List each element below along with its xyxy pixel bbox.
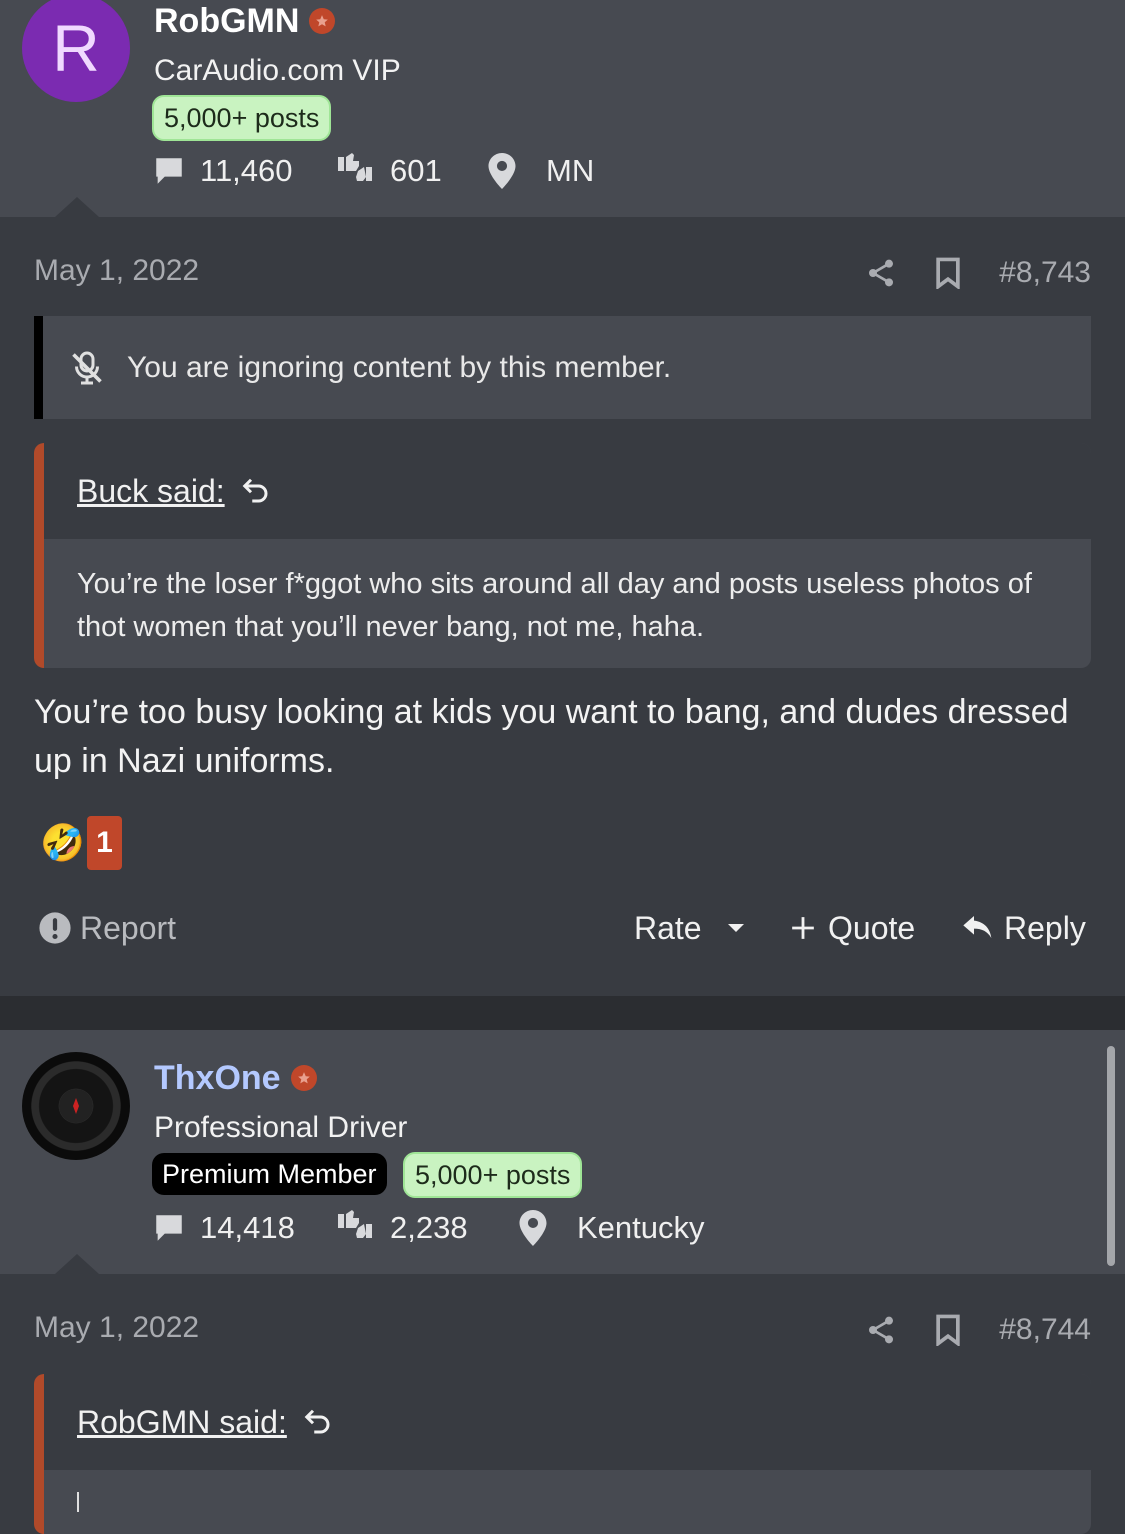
rate-dropdown-button[interactable]: Rate	[634, 906, 746, 950]
messages-stat: 14,418	[152, 1207, 295, 1249]
post-date[interactable]: May 1, 2022	[34, 254, 199, 288]
post-meta-actions: #8,744	[865, 1311, 1091, 1349]
premium-member-badge: Premium Member	[152, 1153, 387, 1195]
map-pin-icon	[519, 1210, 547, 1246]
subwoofer-avatar-icon	[59, 1089, 93, 1123]
reply-label: Reply	[1004, 909, 1086, 946]
username-link[interactable]: RobGMN	[154, 0, 336, 42]
username-text: ThxOne	[154, 1058, 281, 1097]
reply-arrow-icon	[963, 916, 992, 938]
post-2-user-header: ThxOne Professional Driver Premium Membe…	[0, 1030, 1125, 1274]
quote-author-link[interactable]: RobGMN said:	[77, 1404, 287, 1441]
quote-author-link[interactable]: Buck said:	[77, 473, 225, 510]
user-title: CarAudio.com VIP	[154, 54, 401, 87]
quote-header: RobGMN said:	[44, 1374, 1091, 1470]
quote-button[interactable]: Quote	[790, 906, 915, 950]
thumbs-icon	[338, 153, 372, 181]
reaction-score: 2,238	[390, 1210, 468, 1245]
post-meta-actions: #8,743	[865, 254, 1091, 292]
post-date[interactable]: May 1, 2022	[34, 1311, 199, 1345]
reaction-count[interactable]: 1	[87, 816, 122, 870]
location-text: Kentucky	[577, 1210, 705, 1245]
share-icon[interactable]	[865, 256, 897, 290]
map-pin-icon	[488, 153, 516, 189]
reaction-emoji-icon[interactable]: 🤣	[40, 822, 85, 864]
header-notch	[55, 1254, 99, 1274]
quote-text: You’re the loser f*ggot who sits around …	[77, 568, 1032, 643]
location-stat: Kentucky	[519, 1207, 705, 1249]
quote-header: Buck said:	[44, 443, 1091, 539]
report-label: Report	[80, 909, 177, 946]
text-cursor	[77, 1492, 79, 1512]
location-stat: MN	[488, 150, 594, 192]
reaction-score: 601	[390, 153, 442, 188]
location-text: MN	[546, 153, 595, 188]
post-count-badge: 5,000+ posts	[403, 1152, 583, 1198]
exclamation-circle-icon	[39, 912, 71, 944]
scrollbar-thumb[interactable]	[1107, 1046, 1115, 1266]
header-notch	[55, 197, 99, 217]
plus-icon	[792, 917, 814, 939]
user-avatar[interactable]	[22, 1052, 130, 1160]
speech-bubble-icon	[156, 1215, 182, 1241]
post-number[interactable]: #8,744	[999, 1313, 1091, 1347]
messages-count: 11,460	[200, 153, 293, 188]
quoted-post: RobGMN said:	[34, 1374, 1091, 1534]
quoted-post: Buck said: You’re the loser f*ggot who s…	[34, 443, 1091, 668]
jump-to-quote-icon[interactable]	[303, 1407, 333, 1437]
ignored-notice-text: You are ignoring content by this member.	[127, 350, 672, 384]
user-title: Professional Driver	[154, 1111, 408, 1144]
reaction-score-stat: 2,238	[336, 1207, 468, 1249]
reply-button[interactable]: Reply	[962, 906, 1086, 950]
star-badge-icon	[309, 8, 336, 34]
jump-to-quote-icon[interactable]	[241, 476, 271, 506]
post-divider	[0, 996, 1125, 1030]
thumbs-icon	[338, 1210, 372, 1238]
rate-label: Rate	[634, 909, 702, 946]
bookmark-icon[interactable]	[935, 257, 961, 289]
muted-microphone-icon	[72, 351, 102, 384]
report-button[interactable]: Report	[38, 906, 176, 950]
user-avatar[interactable]: R	[22, 0, 130, 102]
share-icon[interactable]	[865, 1313, 897, 1347]
bookmark-icon[interactable]	[935, 1314, 961, 1346]
post-number[interactable]: #8,743	[999, 256, 1091, 290]
post-message: You’re too busy looking at kids you want…	[34, 693, 1069, 780]
username-link[interactable]: ThxOne	[154, 1057, 317, 1099]
ignored-content-notice: You are ignoring content by this member.	[34, 316, 1091, 419]
post-count-badge: 5,000+ posts	[152, 95, 332, 141]
avatar-letter: R	[52, 11, 100, 85]
messages-stat: 11,460	[152, 150, 293, 192]
messages-count: 14,418	[200, 1210, 295, 1245]
caret-down-icon	[727, 924, 744, 932]
post-1-user-header: R RobGMN CarAudio.com VIP 5,000+ posts 1…	[0, 0, 1125, 217]
star-badge-icon	[290, 1065, 317, 1091]
username-text: RobGMN	[154, 1, 300, 40]
reaction-score-stat: 601	[336, 150, 442, 192]
speech-bubble-icon	[156, 158, 182, 184]
quote-label: Quote	[828, 909, 916, 946]
